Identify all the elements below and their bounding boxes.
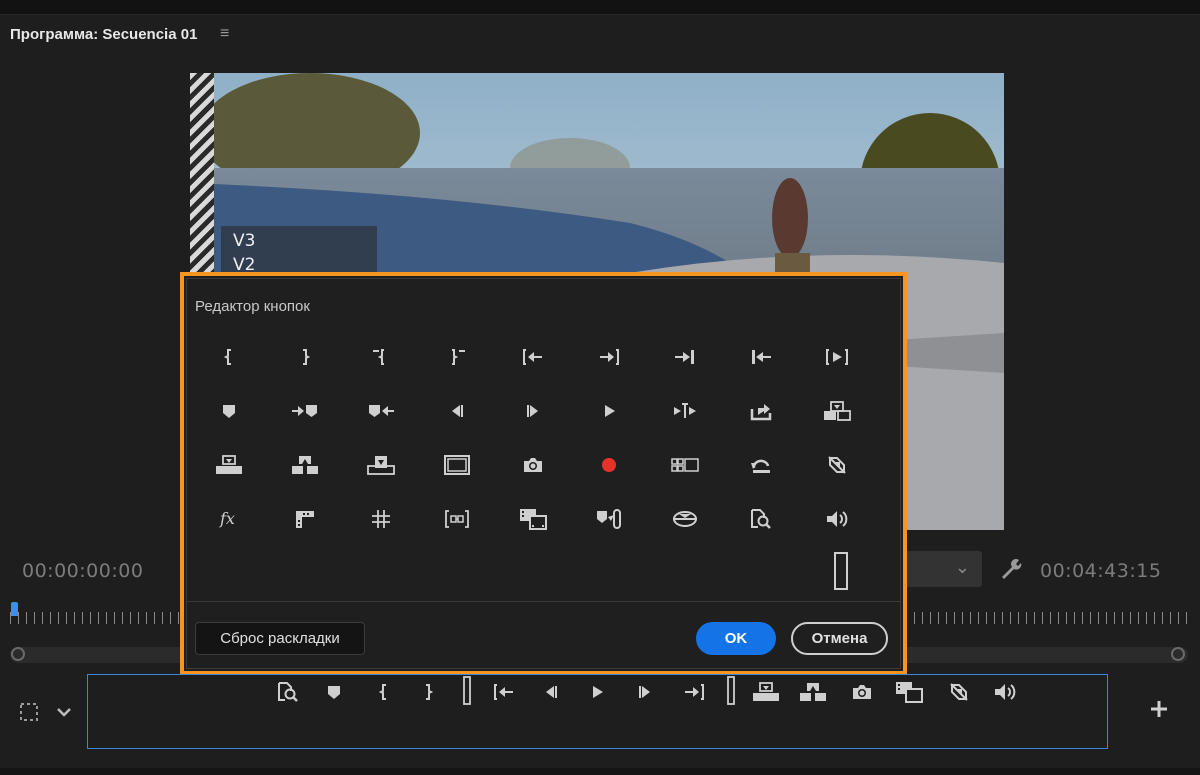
playhead[interactable]: [11, 602, 18, 616]
volume-icon[interactable]: [989, 680, 1021, 704]
scroll-handle-right[interactable]: [1171, 647, 1185, 661]
plus-icon[interactable]: [1147, 697, 1171, 721]
window-top-bar: [0, 0, 1200, 15]
bottom-edge: [0, 768, 1200, 775]
go-to-out-icon[interactable]: [587, 339, 631, 375]
chevron-down-icon[interactable]: [54, 700, 74, 729]
spacer-icon[interactable]: [715, 676, 747, 705]
scroll-handle-left[interactable]: [11, 647, 25, 661]
comparison-view-icon[interactable]: [359, 501, 403, 537]
step-back-icon[interactable]: [435, 393, 479, 429]
mark-out-icon[interactable]: [412, 680, 444, 704]
clear-in-icon[interactable]: [359, 339, 403, 375]
volume-icon[interactable]: [815, 501, 859, 537]
show-rulers-icon[interactable]: [511, 501, 555, 537]
go-to-in-icon[interactable]: [511, 339, 555, 375]
selection-marquee-icon[interactable]: [17, 700, 41, 729]
add-marker-icon[interactable]: [318, 680, 350, 704]
current-timecode[interactable]: 00:00:00:00: [22, 560, 143, 582]
step-forward-icon[interactable]: [511, 393, 555, 429]
go-to-previous-edit-icon[interactable]: [739, 339, 783, 375]
reset-layout-button[interactable]: Сброс раскладки: [195, 622, 365, 655]
dialog-divider: [187, 601, 900, 602]
toggle-proxies-icon[interactable]: [943, 680, 975, 704]
panel-title: Программа: Secuencia 01: [10, 26, 198, 43]
loop-icon[interactable]: [739, 447, 783, 483]
camera-icon[interactable]: [511, 447, 555, 483]
wrench-icon[interactable]: [998, 556, 1024, 582]
clear-out-icon[interactable]: [435, 339, 479, 375]
go-to-in-icon[interactable]: [488, 680, 520, 704]
play-icon[interactable]: [581, 680, 613, 704]
record-icon[interactable]: [587, 447, 631, 483]
zoom-level-select[interactable]: ⌄: [900, 551, 982, 587]
fx-icon[interactable]: fx: [207, 501, 251, 537]
vr-video-icon[interactable]: [435, 501, 479, 537]
svg-text:fx: fx: [219, 509, 235, 528]
cancel-button[interactable]: Отмена: [791, 622, 888, 655]
extract-icon[interactable]: [797, 680, 829, 704]
mark-in-icon[interactable]: [207, 339, 251, 375]
go-to-next-edit-icon[interactable]: [663, 339, 707, 375]
play-around-icon[interactable]: [663, 393, 707, 429]
safe-margins-icon[interactable]: [435, 447, 479, 483]
multi-camera-icon[interactable]: [663, 447, 707, 483]
track-label-v3: V3: [233, 231, 256, 251]
hamburger-menu-icon[interactable]: ≡: [220, 25, 229, 43]
trim-icon[interactable]: [283, 501, 327, 537]
dialog-body: Редактор кнопок fx Сброс раскладки OK От…: [186, 278, 901, 669]
go-to-out-icon[interactable]: [678, 680, 710, 704]
zoom-search-icon[interactable]: [272, 680, 304, 704]
go-to-previous-marker-icon[interactable]: [359, 393, 403, 429]
insert-icon[interactable]: [815, 393, 859, 429]
ok-button[interactable]: OK: [696, 622, 776, 655]
step-back-icon[interactable]: [535, 680, 567, 704]
camera-icon[interactable]: [846, 680, 878, 704]
toggle-proxies-icon[interactable]: [815, 447, 859, 483]
play-icon[interactable]: [587, 393, 631, 429]
mark-in-icon[interactable]: [368, 680, 400, 704]
spacer-icon[interactable]: [451, 676, 483, 705]
spacer-icon[interactable]: [831, 551, 851, 591]
lift-icon[interactable]: [207, 447, 251, 483]
chevron-down-icon: ⌄: [954, 557, 970, 577]
button-editor-dialog: Редактор кнопок fx Сброс раскладки OK От…: [180, 272, 907, 675]
overwrite-icon[interactable]: [359, 447, 403, 483]
global-fx-mute-icon[interactable]: [663, 501, 707, 537]
export-frame-icon[interactable]: [739, 393, 783, 429]
play-in-to-out-icon[interactable]: [815, 339, 859, 375]
add-marker-icon[interactable]: [207, 393, 251, 429]
zoom-search-icon[interactable]: [739, 501, 783, 537]
dialog-title: Редактор кнопок: [195, 298, 310, 315]
duration-timecode: 00:04:43:15: [1040, 560, 1162, 582]
extract-icon[interactable]: [283, 447, 327, 483]
link-marker-icon[interactable]: [587, 501, 631, 537]
show-rulers-icon[interactable]: [893, 680, 925, 704]
lift-icon[interactable]: [750, 680, 782, 704]
step-forward-icon[interactable]: [629, 680, 661, 704]
mark-out-icon[interactable]: [283, 339, 327, 375]
go-to-next-marker-icon[interactable]: [283, 393, 327, 429]
